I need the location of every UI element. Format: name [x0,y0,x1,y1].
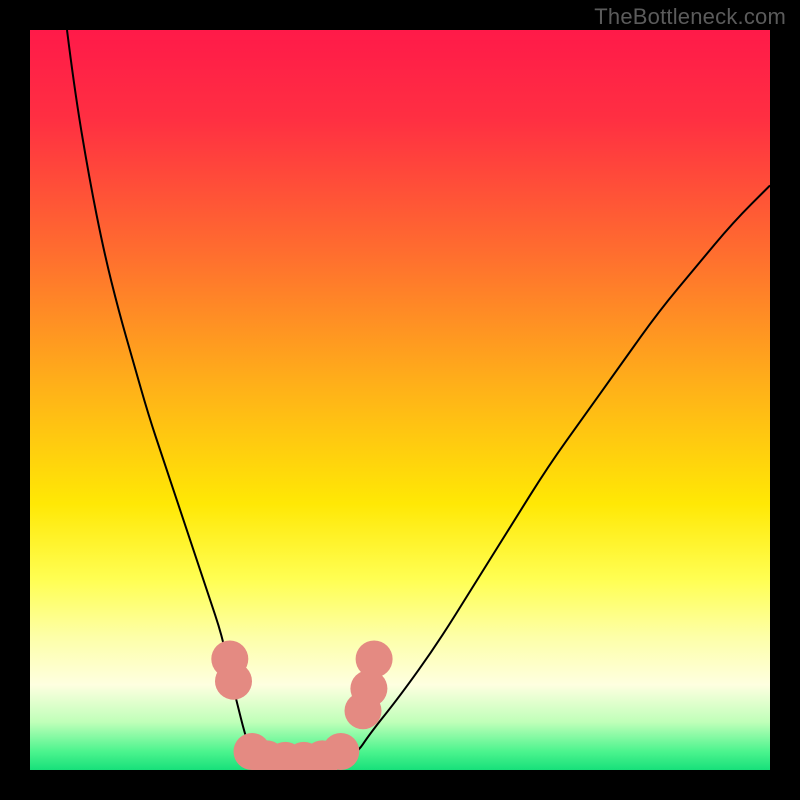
chart-frame: TheBottleneck.com [0,0,800,800]
watermark-text: TheBottleneck.com [594,4,786,30]
gradient-background [30,30,770,770]
plot-area [30,30,770,770]
